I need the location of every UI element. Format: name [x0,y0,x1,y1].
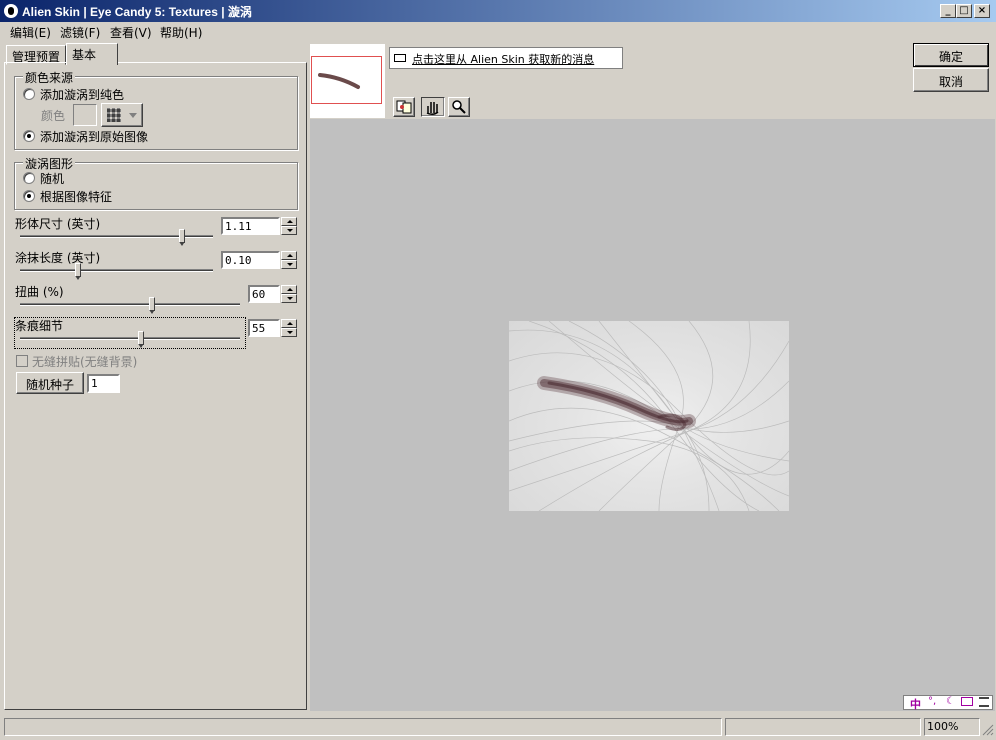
color-swatch[interactable] [73,104,97,126]
seamless-tile-label: 无缝拼贴(无缝背景) [32,355,138,369]
ok-label: 确定 [938,50,963,64]
twist-slider[interactable] [149,297,155,314]
compare-icon [396,100,412,114]
color-palette-button[interactable] [101,103,143,127]
grid-icon [107,108,121,122]
smear-length-slider[interactable] [74,263,81,280]
ime-chinese-icon[interactable]: 中 [910,696,921,712]
radio-random[interactable] [23,172,35,184]
ime-keyboard-icon[interactable] [961,697,973,706]
streak-detail-spinner[interactable] [281,319,297,337]
random-label: 随机 [40,172,65,186]
thumbnail-navigator[interactable] [310,44,385,118]
shape-size-label: 形体尺寸 (英寸) [15,217,101,231]
thumbnail-viewport[interactable] [311,56,382,104]
menu-bar: 编辑(E) 滤镜(F) 查看(V) 帮助(H) [0,22,996,40]
status-bar: 100% [0,716,996,740]
smear-length-track[interactable] [20,269,213,272]
random-seed-label: 随机种子 [25,378,74,392]
color-source-title: 颜色来源 [23,69,76,86]
news-box[interactable]: 点击这里从 Alien Skin 获取新的消息 [389,47,623,69]
thumbnail-stroke-icon [318,73,360,89]
compare-tool-button[interactable] [393,97,415,117]
tab-basic[interactable]: 基本 [66,43,118,65]
ime-punct-icon[interactable]: °, [928,696,936,707]
menu-view[interactable]: 查看(V) [110,24,152,41]
hand-icon [426,102,439,116]
window-title: Alien Skin | Eye Candy 5: Textures | 漩涡 [22,5,252,19]
status-pane-main [4,718,722,736]
color-source-group: 颜色来源 添加漩涡到纯色 颜色 添加漩涡到原始图像 [14,69,298,150]
zoom-level: 100% [927,720,959,733]
swirl-shape-group: 漩涡图形 随机 根据图像特征 [14,155,298,210]
original-image-label: 添加漩涡到原始图像 [40,130,149,144]
app-icon[interactable] [4,4,18,18]
radio-solid-color[interactable] [23,88,35,100]
menu-help[interactable]: 帮助(H) [160,24,202,41]
status-pane-zoom: 100% [924,718,980,736]
cancel-button[interactable]: 取消 [913,68,989,92]
magnifier-icon [452,100,466,114]
zoom-tool-button[interactable] [448,97,470,117]
status-pane-middle [725,718,921,736]
random-seed-input[interactable]: 1 [87,374,120,393]
preview-image[interactable] [509,321,789,511]
shape-size-spinner[interactable] [281,217,297,235]
streak-detail-label: 条痕细节 [15,319,64,333]
ok-button[interactable]: 确定 [913,43,989,67]
ime-menu-icon[interactable] [979,697,989,707]
color-label: 颜色 [41,109,66,123]
news-link[interactable]: 点击这里从 Alien Skin 获取新的消息 [412,51,594,67]
cancel-label: 取消 [938,75,963,89]
twist-track[interactable] [20,303,240,306]
ime-toolbar[interactable]: 中 °, ☾ [903,695,993,712]
smear-length-spinner[interactable] [281,251,297,269]
streak-detail-track[interactable] [20,337,240,340]
maximize-button[interactable]: □ [956,4,972,18]
twist-spinner[interactable] [281,285,297,303]
resize-grip-icon[interactable] [982,724,994,736]
shape-size-slider[interactable] [179,229,186,246]
shape-size-input[interactable]: 1.11 [221,217,280,235]
ime-moon-icon[interactable]: ☾ [946,696,955,707]
chevron-down-icon [129,113,137,118]
menu-edit[interactable]: 编辑(E) [10,24,51,41]
random-seed-button[interactable]: 随机种子 [16,372,84,394]
minimize-button[interactable]: _ [940,4,956,18]
smear-length-input[interactable]: 0.10 [221,251,280,269]
image-features-label: 根据图像特征 [40,190,113,204]
radio-original-image[interactable] [23,130,35,142]
streak-detail-slider[interactable] [138,331,144,348]
radio-image-features[interactable] [23,190,35,202]
streak-detail-input[interactable]: 55 [248,319,280,337]
title-bar[interactable]: Alien Skin | Eye Candy 5: Textures | 漩涡 … [0,0,996,22]
smear-length-label: 涂抹长度 (英寸) [15,251,101,265]
close-button[interactable]: × [974,4,990,18]
message-icon [394,54,406,62]
twist-input[interactable]: 60 [248,285,280,303]
settings-panel: 颜色来源 添加漩涡到纯色 颜色 添加漩涡到原始图像 漩涡图形 随机 根据图像特征… [4,62,307,710]
seamless-tile-checkbox[interactable] [16,355,28,367]
swirl-texture [509,321,789,511]
tab-basic-label: 基本 [72,48,97,62]
hand-tool-button[interactable] [421,97,445,117]
solid-color-label: 添加漩涡到纯色 [40,88,125,102]
menu-filter[interactable]: 滤镜(F) [60,24,100,41]
twist-label: 扭曲 (%) [15,285,64,299]
